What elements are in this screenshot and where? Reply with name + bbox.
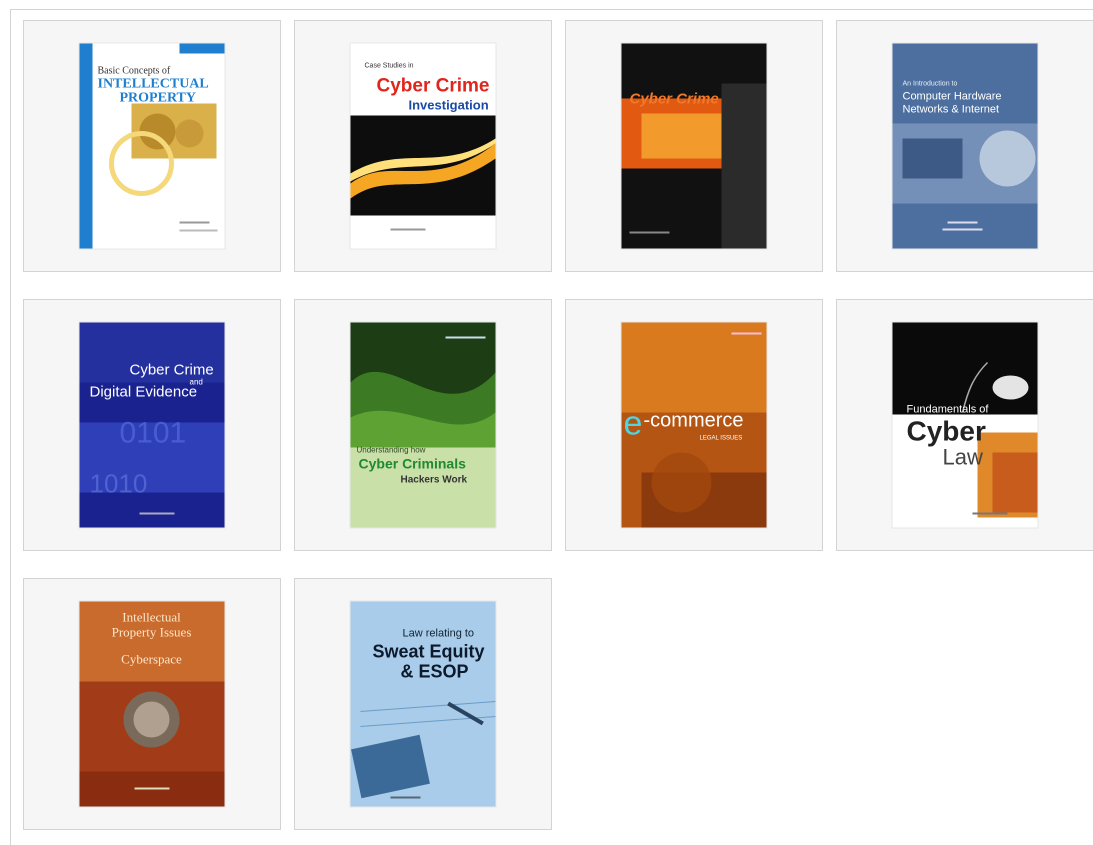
book-tile-case-studies-cyber-crime[interactable]: Case Studies in Cyber Crime Investigatio… — [294, 20, 552, 272]
book-cover[interactable]: 0101 1010 Cyber Crime and Digital Eviden… — [79, 322, 225, 528]
book-cover[interactable]: Law relating to Sweat Equity & ESOP — [350, 601, 496, 807]
book-title-line: Cyberspace — [121, 652, 182, 667]
book-title-line: An Introduction to — [903, 81, 958, 88]
book-tile-computer-hardware[interactable]: An Introduction to Computer Hardware Net… — [836, 20, 1093, 272]
book-cover[interactable]: Cyber Crime — [621, 43, 767, 249]
book-title-line: e — [624, 405, 643, 443]
svg-text:1010: 1010 — [90, 469, 148, 499]
book-gallery: Basic Concepts of INTELLECTUAL PROPERTY … — [23, 20, 1093, 845]
book-title-line: Hackers Work — [401, 475, 468, 486]
book-tile-digital-evidence[interactable]: 0101 1010 Cyber Crime and Digital Eviden… — [23, 299, 281, 551]
book-cover[interactable]: Case Studies in Cyber Crime Investigatio… — [350, 43, 496, 249]
book-title-line: Networks & Internet — [903, 104, 1000, 116]
book-tile-sweat-equity[interactable]: Law relating to Sweat Equity & ESOP — [294, 578, 552, 830]
book-title-line: Sweat Equity — [373, 642, 485, 662]
book-tile-cyber-criminals[interactable]: Understanding how Cyber Criminals Hacker… — [294, 299, 552, 551]
book-title-line: Digital Evidence — [90, 384, 198, 401]
book-cover[interactable]: Fundamentals of Cyber Law — [892, 322, 1038, 528]
book-title-line: Law — [943, 445, 983, 470]
book-title-line: Fundamentals of — [907, 404, 990, 416]
book-title-line: Cyber Crime — [130, 362, 214, 379]
book-title-line: Intellectual — [122, 610, 181, 625]
book-title-line: Understanding how — [357, 446, 426, 455]
book-title-line: Law relating to — [403, 628, 475, 640]
top-divider — [10, 9, 1093, 10]
book-cover[interactable]: An Introduction to Computer Hardware Net… — [892, 43, 1038, 249]
book-title-line: & ESOP — [401, 662, 469, 682]
book-title-line: INTELLECTUAL — [98, 77, 209, 92]
book-cover[interactable]: Intellectual Property Issues Cyberspace — [79, 601, 225, 807]
book-tile-cyber-crime[interactable]: Cyber Crime — [565, 20, 823, 272]
left-divider — [10, 9, 11, 845]
book-cover[interactable]: Basic Concepts of INTELLECTUAL PROPERTY — [79, 43, 225, 249]
book-title-line: -commerce — [644, 410, 744, 432]
svg-text:0101: 0101 — [120, 417, 187, 450]
book-title-line: Cyber Criminals — [359, 456, 467, 472]
book-title-line: Basic Concepts of — [98, 66, 171, 77]
book-title-line: Computer Hardware — [903, 91, 1002, 103]
book-title-line: PROPERTY — [120, 91, 197, 106]
book-tile-e-commerce[interactable]: e -commerce LEGAL ISSUES — [565, 299, 823, 551]
book-title-line: Cyber Crime — [630, 91, 719, 108]
book-cover[interactable]: e -commerce LEGAL ISSUES — [621, 322, 767, 528]
book-cover[interactable]: Understanding how Cyber Criminals Hacker… — [350, 322, 496, 528]
book-tile-cyber-law[interactable]: Fundamentals of Cyber Law — [836, 299, 1093, 551]
book-tile-ip-issues-cyberspace[interactable]: Intellectual Property Issues Cyberspace — [23, 578, 281, 830]
book-title-line: Property Issues — [112, 625, 192, 640]
book-title-line: Cyber Crime — [377, 76, 490, 97]
book-title-line: Case Studies in — [365, 63, 414, 70]
book-title-line: Investigation — [409, 98, 489, 113]
book-title-line: LEGAL ISSUES — [700, 436, 743, 442]
book-tile-intellectual-property[interactable]: Basic Concepts of INTELLECTUAL PROPERTY — [23, 20, 281, 272]
book-title-line: Cyber — [907, 416, 986, 447]
